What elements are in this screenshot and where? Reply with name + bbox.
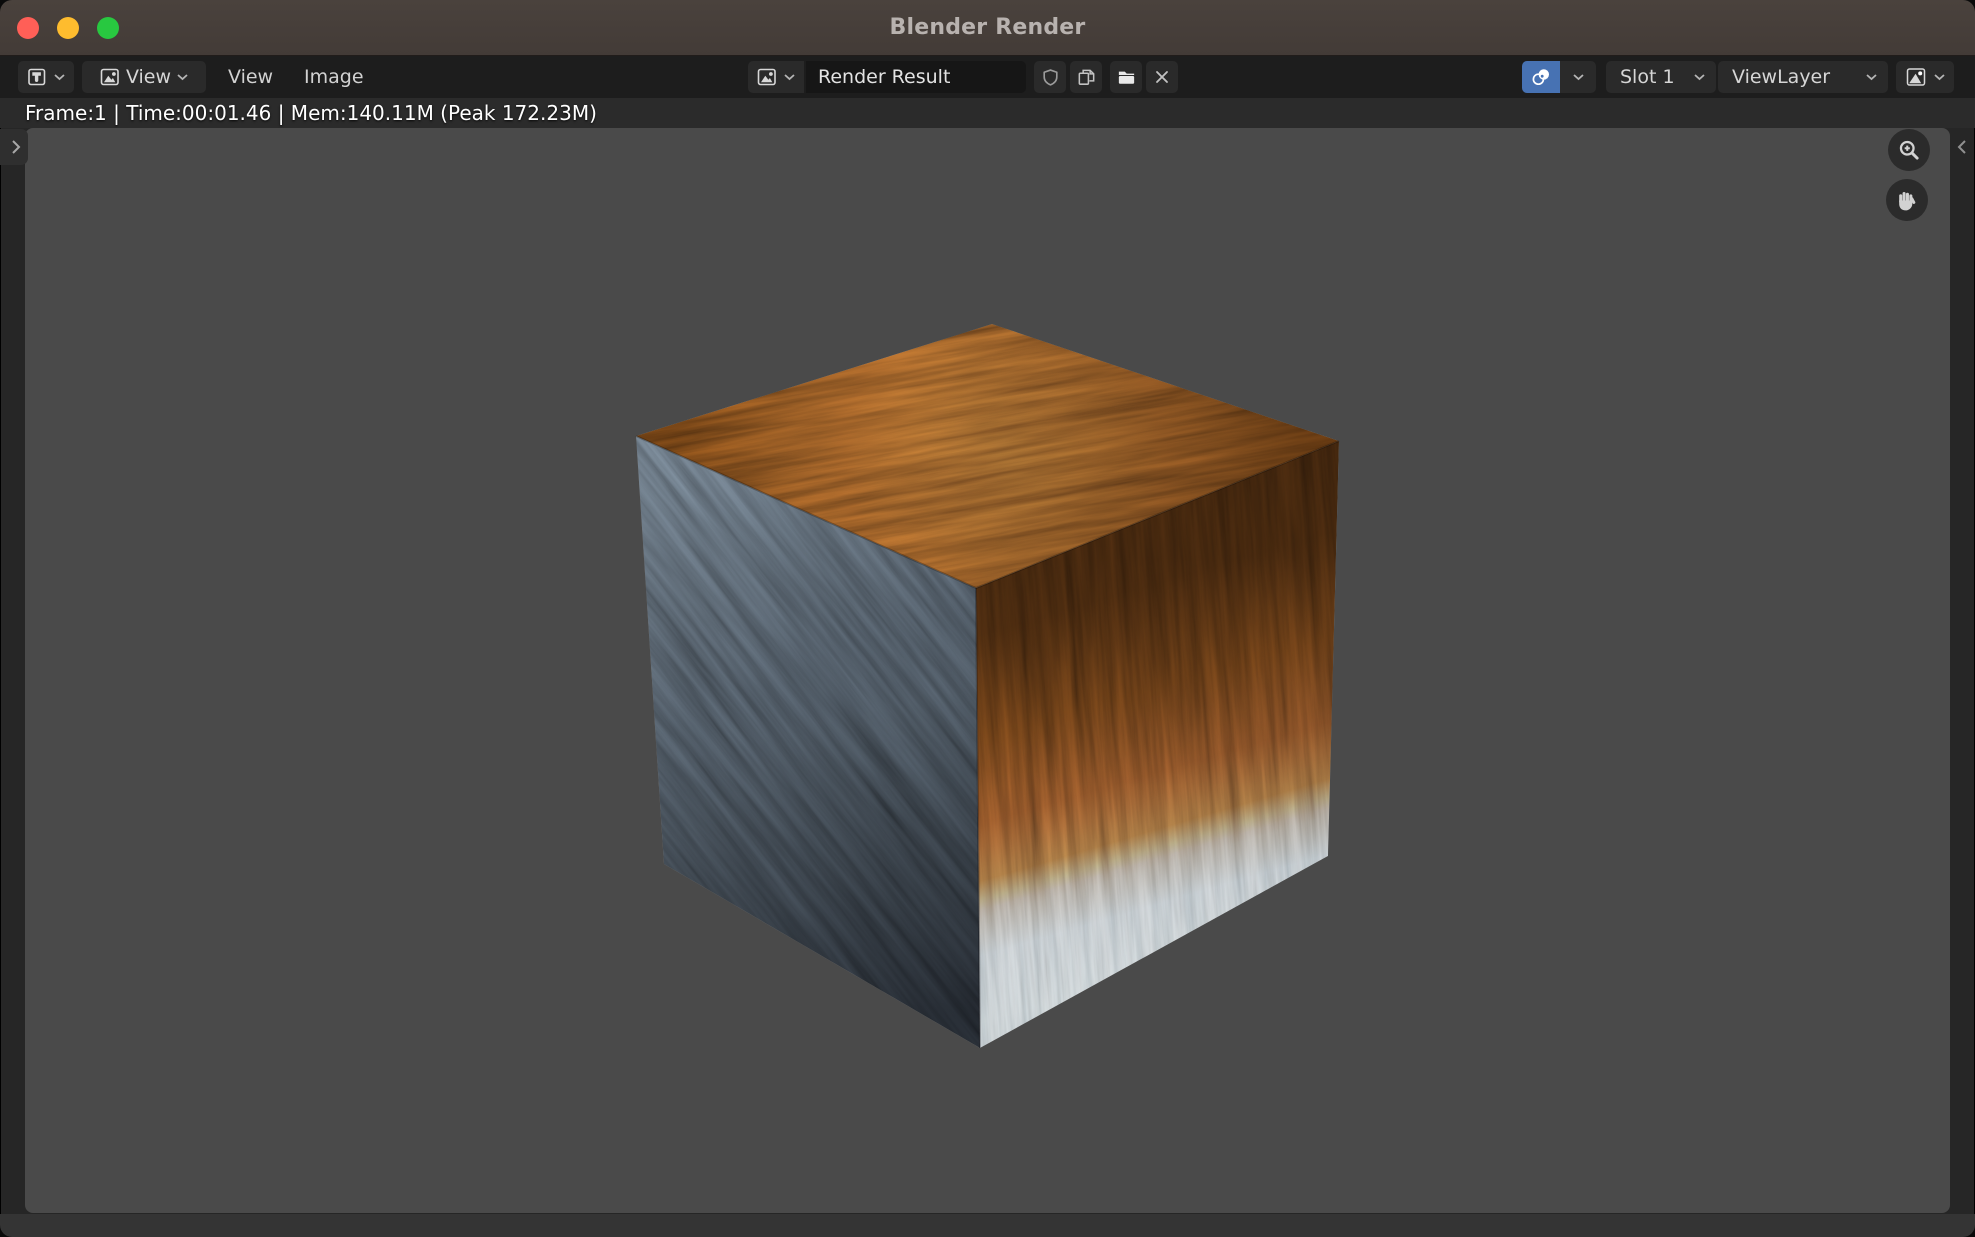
image-rgb-icon <box>1905 66 1927 88</box>
image-icon <box>756 66 778 88</box>
mode-dropdown[interactable]: View <box>82 61 206 93</box>
magnifier-plus-icon <box>1896 137 1923 164</box>
right-region-toggle[interactable] <box>1950 131 1974 163</box>
chevron-down-icon <box>1572 73 1585 81</box>
open-image-button[interactable] <box>1110 61 1142 93</box>
fake-user-button[interactable] <box>1034 61 1066 93</box>
left-region-toggle[interactable] <box>0 129 28 165</box>
chevron-down-icon <box>1693 73 1706 81</box>
chevron-down-icon <box>1865 73 1878 81</box>
rendered-fur-cube <box>25 128 1950 1213</box>
image-editor-header: View View Image Render Result <box>0 56 1975 98</box>
hand-icon <box>1894 187 1921 214</box>
chevron-down-icon <box>1933 73 1946 81</box>
overlays-dropdown-button[interactable] <box>1560 61 1596 93</box>
close-x-icon <box>1152 67 1172 87</box>
window-title: Blender Render <box>0 0 1975 55</box>
menu-image[interactable]: Image <box>298 56 370 98</box>
image-icon <box>99 66 121 88</box>
zoom-button[interactable] <box>1888 129 1930 171</box>
unlink-image-button[interactable] <box>1146 61 1178 93</box>
pan-button[interactable] <box>1886 179 1928 221</box>
editor-type-dropdown[interactable] <box>18 61 74 93</box>
browse-image-dropdown[interactable] <box>748 61 804 93</box>
view-layer-dropdown[interactable]: ViewLayer <box>1718 61 1888 93</box>
chevron-left-icon <box>1957 139 1967 155</box>
render-slot-dropdown[interactable]: Slot 1 <box>1606 61 1716 93</box>
render-status-strip: Frame:1 | Time:00:01.46 | Mem:140.11M (P… <box>0 98 1975 128</box>
overlays-control <box>1522 61 1596 93</box>
shield-icon <box>1040 67 1061 88</box>
image-viewport[interactable] <box>25 128 1950 1213</box>
render-slot-label: Slot 1 <box>1620 66 1675 88</box>
menu-view[interactable]: View <box>222 56 279 98</box>
copy-icon <box>1076 67 1097 88</box>
image-editor-icon <box>26 66 48 88</box>
display-channels-dropdown[interactable] <box>1896 61 1954 93</box>
blender-render-window: Blender Render View View Image <box>0 0 1975 1237</box>
new-image-button[interactable] <box>1070 61 1102 93</box>
mode-dropdown-label: View <box>126 66 171 88</box>
overlays-icon <box>1530 66 1552 88</box>
chevron-down-icon <box>176 73 189 81</box>
image-name-field[interactable]: Render Result <box>806 61 1026 93</box>
chevron-down-icon <box>783 73 796 81</box>
titlebar: Blender Render <box>0 0 1975 56</box>
chevron-down-icon <box>53 73 66 81</box>
chevron-right-icon <box>11 139 21 155</box>
view-layer-label: ViewLayer <box>1732 66 1830 88</box>
overlays-toggle-button[interactable] <box>1522 61 1560 93</box>
bottom-margin-strip <box>0 1214 1975 1237</box>
folder-icon <box>1116 67 1137 88</box>
render-stats-text: Frame:1 | Time:00:01.46 | Mem:140.11M (P… <box>25 98 597 128</box>
